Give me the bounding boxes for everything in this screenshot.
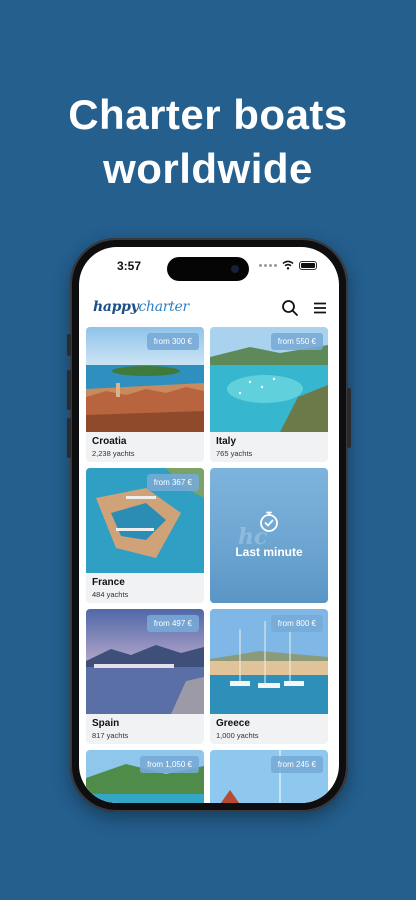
promo-headline: Charter boats worldwide — [0, 88, 416, 196]
app-header: happycharter — [79, 291, 339, 325]
phone-frame: 3:57 happycharter from 300 € Croatia 2,2… — [67, 238, 351, 812]
logo-part-2: charter — [138, 299, 189, 315]
stopwatch-icon — [260, 511, 278, 532]
destination-card-france[interactable]: from 367 € France 484 yachts — [86, 468, 204, 603]
price-badge: from 497 € — [146, 615, 199, 632]
destination-card-italy[interactable]: from 550 € Italy 765 yachts — [210, 327, 328, 462]
phone-power-button — [347, 388, 351, 448]
destination-card-croatia[interactable]: from 300 € Croatia 2,238 yachts — [86, 327, 204, 462]
destination-name: Greece — [216, 718, 250, 729]
destination-card-greece[interactable]: from 800 € Greece 1,000 yachts — [210, 609, 328, 744]
happycharter-logo[interactable]: happycharter — [93, 299, 189, 315]
status-time: 3:57 — [117, 259, 142, 273]
logo-part-1: happy — [93, 299, 139, 315]
price-badge: from 245 € — [270, 756, 323, 773]
phone-action-button — [67, 334, 71, 356]
signal-icon — [259, 263, 277, 267]
destination-name: Croatia — [92, 436, 127, 447]
last-minute-card[interactable]: hc Last minute — [210, 468, 328, 603]
yacht-count: 765 yachts — [216, 449, 253, 458]
last-minute-label: Last minute — [235, 545, 303, 559]
destination-name: France — [92, 577, 125, 588]
destination-card[interactable]: from 1,050 € — [86, 750, 204, 803]
dynamic-island — [167, 257, 249, 281]
yacht-count: 1,000 yachts — [216, 731, 259, 740]
yacht-count: 817 yachts — [92, 731, 129, 740]
search-icon[interactable] — [281, 299, 299, 317]
phone-volume-up-button — [67, 370, 71, 410]
price-badge: from 367 € — [146, 474, 199, 491]
status-icons — [259, 260, 317, 270]
phone-screen: 3:57 happycharter from 300 € Croatia 2,2… — [79, 247, 339, 803]
price-badge: from 1,050 € — [140, 756, 199, 773]
headline-line-1: Charter boats — [68, 91, 348, 138]
destination-name: Italy — [216, 436, 237, 447]
battery-icon — [299, 260, 317, 270]
destination-card-spain[interactable]: from 497 € Spain 817 yachts — [86, 609, 204, 744]
price-badge: from 550 € — [270, 333, 323, 350]
wifi-icon — [282, 260, 294, 270]
destination-name: Spain — [92, 718, 120, 729]
yacht-count: 484 yachts — [92, 590, 129, 599]
price-badge: from 800 € — [270, 615, 323, 632]
headline-line-2: worldwide — [103, 145, 313, 192]
destination-card[interactable]: from 245 € — [210, 750, 328, 803]
destinations-grid: from 300 € Croatia 2,238 yachts from 550… — [86, 327, 332, 803]
hamburger-menu-icon[interactable] — [311, 299, 329, 317]
phone-volume-down-button — [67, 418, 71, 458]
price-badge: from 300 € — [146, 333, 199, 350]
yacht-count: 2,238 yachts — [92, 449, 135, 458]
